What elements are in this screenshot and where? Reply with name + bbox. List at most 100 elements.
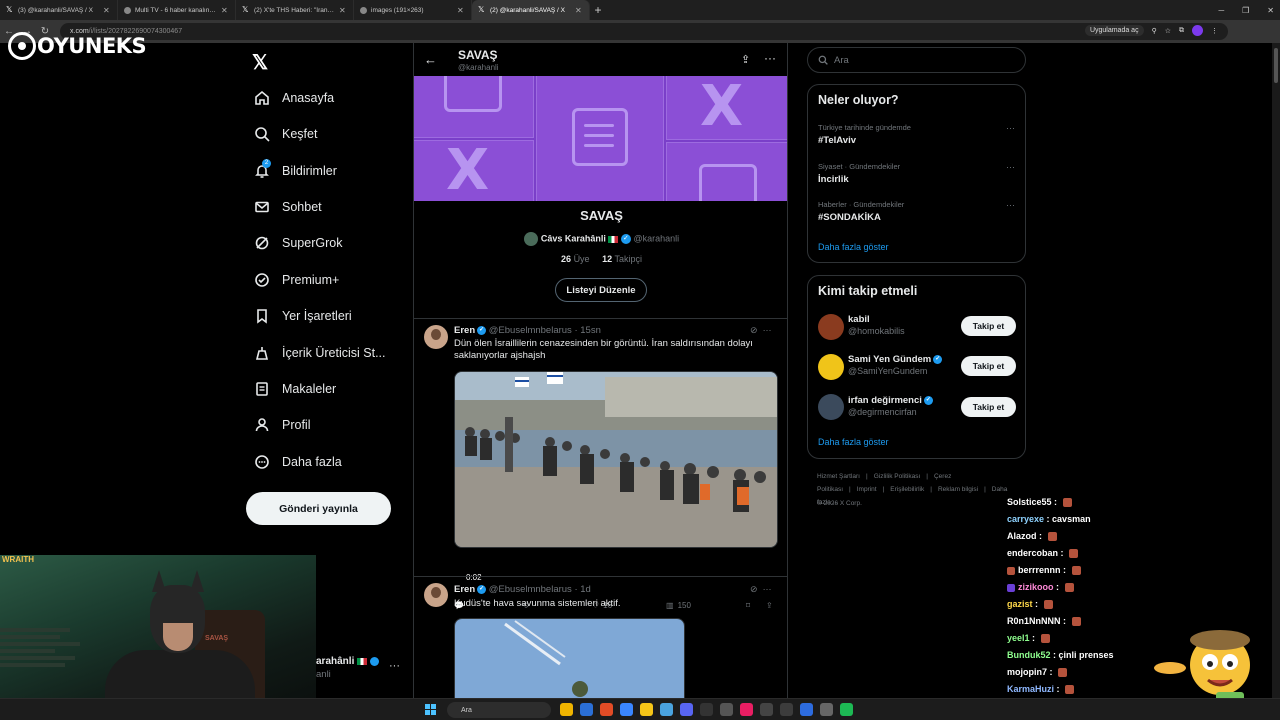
follow-button[interactable]: Takip et — [961, 316, 1016, 336]
open-in-app-button[interactable]: Uygulamada aç — [1084, 25, 1144, 36]
app-icon[interactable] — [760, 703, 773, 716]
nav-item-supergrok[interactable]: SuperGrok — [252, 232, 342, 254]
extensions-icon[interactable]: ⧉ — [1179, 27, 1184, 35]
restore-icon[interactable]: ❐ — [1242, 6, 1249, 15]
tweet-author[interactable]: Eren ✓ @Ebuselmnbelarus · 15sn — [454, 325, 601, 336]
app-icon[interactable] — [700, 703, 713, 716]
minimize-icon[interactable]: ─ — [1218, 6, 1224, 15]
grok-icon — [252, 233, 272, 253]
discord-icon[interactable] — [680, 703, 693, 716]
search-input[interactable]: Ara — [807, 47, 1026, 73]
tweet-author[interactable]: Eren ✓ @Ebuselmnbelarus · 1d — [454, 584, 591, 595]
url-input[interactable]: x.com/i/lists/2027822690074300467 Uygula… — [60, 23, 1228, 40]
store-icon[interactable] — [620, 703, 633, 716]
tab-close-icon[interactable]: ✕ — [221, 6, 229, 15]
grok-icon[interactable]: ⊘ — [750, 325, 758, 335]
trends-show-more-link[interactable]: Daha fazla göster — [818, 242, 889, 252]
tab-favicon-icon — [124, 6, 131, 14]
members-link[interactable]: 26 Üye — [561, 254, 590, 264]
tweet[interactable]: Eren ✓ @Ebuselmnbelarus · 1d ⊘ ··· Kudüs'… — [414, 577, 787, 698]
verified-icon: ✓ — [477, 325, 487, 335]
tweet-video[interactable] — [454, 371, 778, 548]
spotify-icon[interactable] — [840, 703, 853, 716]
user-avatar[interactable] — [818, 354, 844, 380]
menu-icon[interactable]: ⋮ — [1211, 27, 1218, 35]
follow-button[interactable]: Takip et — [961, 397, 1016, 417]
trend-more-icon[interactable]: ··· — [1006, 162, 1015, 172]
tweet-avatar[interactable] — [424, 583, 448, 607]
nav-item-keşfet[interactable]: Keşfet — [252, 123, 317, 145]
file-explorer-icon[interactable] — [560, 703, 573, 716]
doc-line — [584, 144, 614, 147]
back-arrow-icon[interactable]: ← — [424, 52, 437, 67]
who-show-more-link[interactable]: Daha fazla göster — [818, 437, 889, 447]
app-icon[interactable] — [800, 703, 813, 716]
browser-tab[interactable]: images (191×263) ✕ — [354, 0, 472, 20]
nav-item-premium-[interactable]: Premium+ — [252, 269, 339, 291]
grok-icon[interactable]: ⊘ — [750, 584, 758, 594]
footer-link[interactable]: Imprint — [857, 486, 877, 493]
nav-item-sohbet[interactable]: Sohbet — [252, 196, 322, 218]
share-icon[interactable]: ⇪ — [741, 53, 750, 66]
tab-close-icon[interactable]: ✕ — [575, 6, 583, 15]
tweet-avatar[interactable] — [424, 325, 448, 349]
user-avatar[interactable] — [818, 314, 844, 340]
tab-close-icon[interactable]: ✕ — [103, 6, 111, 15]
obs-icon[interactable] — [820, 703, 833, 716]
more-icon[interactable]: ··· — [764, 51, 776, 65]
tweet-video[interactable] — [454, 618, 685, 698]
tab-close-icon[interactable]: ✕ — [457, 6, 465, 15]
close-icon[interactable]: ✕ — [1267, 6, 1274, 15]
zoom-icon[interactable]: ⚲ — [1152, 27, 1157, 35]
app-icon[interactable] — [780, 703, 793, 716]
app-icon[interactable] — [740, 703, 753, 716]
taskbar-search[interactable]: Ara — [447, 702, 551, 718]
browser-tab[interactable]: Multi TV - 6 haber kanalını aynı ✕ — [118, 0, 236, 20]
account-name[interactable]: arahânli — [316, 656, 379, 667]
account-menu-icon[interactable]: ··· — [389, 660, 400, 672]
post-button[interactable]: Gönderi yayınla — [246, 492, 391, 525]
browser-tab[interactable]: 𝕏 (2) X'te THS Haberi: "İran Devrim ✕ — [236, 0, 354, 20]
footer-link[interactable]: Hizmet Şartları — [817, 473, 860, 480]
list-name: SAVAŞ — [580, 208, 623, 223]
edit-list-button[interactable]: Listeyi Düzenle — [555, 278, 647, 302]
nav-item-profil[interactable]: Profil — [252, 414, 310, 436]
nav-item-i-çerik-üreticisi-st-[interactable]: İçerik Üreticisi St... — [252, 342, 386, 364]
trend-more-icon[interactable]: ··· — [1006, 200, 1015, 210]
user-avatar[interactable] — [818, 394, 844, 420]
footer-link[interactable]: Erişilebilirlik — [890, 486, 924, 493]
nav-item-anasayfa[interactable]: Anasayfa — [252, 87, 334, 109]
follow-button[interactable]: Takip et — [961, 356, 1016, 376]
footer-link[interactable]: Gizlilik Politikası — [874, 473, 921, 480]
app-icon[interactable] — [660, 703, 673, 716]
browser-tab[interactable]: 𝕏 (3) @karahanli/SAVAŞ / X ✕ — [0, 0, 118, 20]
followers-link[interactable]: 12 Takipçi — [602, 254, 642, 264]
edge-icon[interactable] — [580, 703, 593, 716]
x-logo-icon[interactable]: 𝕏 — [252, 50, 268, 75]
list-owner[interactable]: Câvs Karahânli ✓ @karahanli — [414, 232, 787, 246]
scroll-thumb[interactable] — [1274, 48, 1278, 83]
nav-item-yer-i-şaretleri[interactable]: Yer İşaretleri — [252, 305, 352, 327]
tweet-more-icon[interactable]: ··· — [763, 325, 772, 335]
chat-emote-icon — [1047, 532, 1057, 542]
trend-more-icon[interactable]: ··· — [1006, 123, 1015, 133]
nav-item-daha-fazla[interactable]: Daha fazla — [252, 451, 342, 473]
tweet[interactable]: Eren ✓ @Ebuselmnbelarus · 15sn ⊘ ··· Dün … — [414, 319, 787, 610]
chat-username: mojopin7 — [1007, 667, 1047, 677]
tweet-more-icon[interactable]: ··· — [763, 584, 772, 594]
page-scrollbar[interactable] — [1272, 43, 1280, 698]
footer-link[interactable]: Reklam bilgisi — [938, 486, 978, 493]
tweet-tools: ⊘ ··· — [750, 325, 772, 336]
star-icon[interactable]: ☆ — [1165, 27, 1171, 35]
browser-tab[interactable]: 𝕏 (2) @karahanli/SAVAŞ / X ✕ — [472, 0, 590, 20]
chrome-icon[interactable] — [600, 703, 613, 716]
nav-item-makaleler[interactable]: Makaleler — [252, 378, 336, 400]
app-icon[interactable] — [720, 703, 733, 716]
new-tab-icon[interactable]: + — [590, 3, 606, 17]
tab-close-icon[interactable]: ✕ — [339, 6, 347, 15]
chat-username: gazist — [1007, 599, 1033, 609]
windows-start-icon[interactable] — [425, 704, 436, 715]
profile-avatar[interactable] — [1192, 25, 1203, 36]
folder-icon[interactable] — [640, 703, 653, 716]
window-controls: ─ ❐ ✕ — [1218, 0, 1274, 20]
